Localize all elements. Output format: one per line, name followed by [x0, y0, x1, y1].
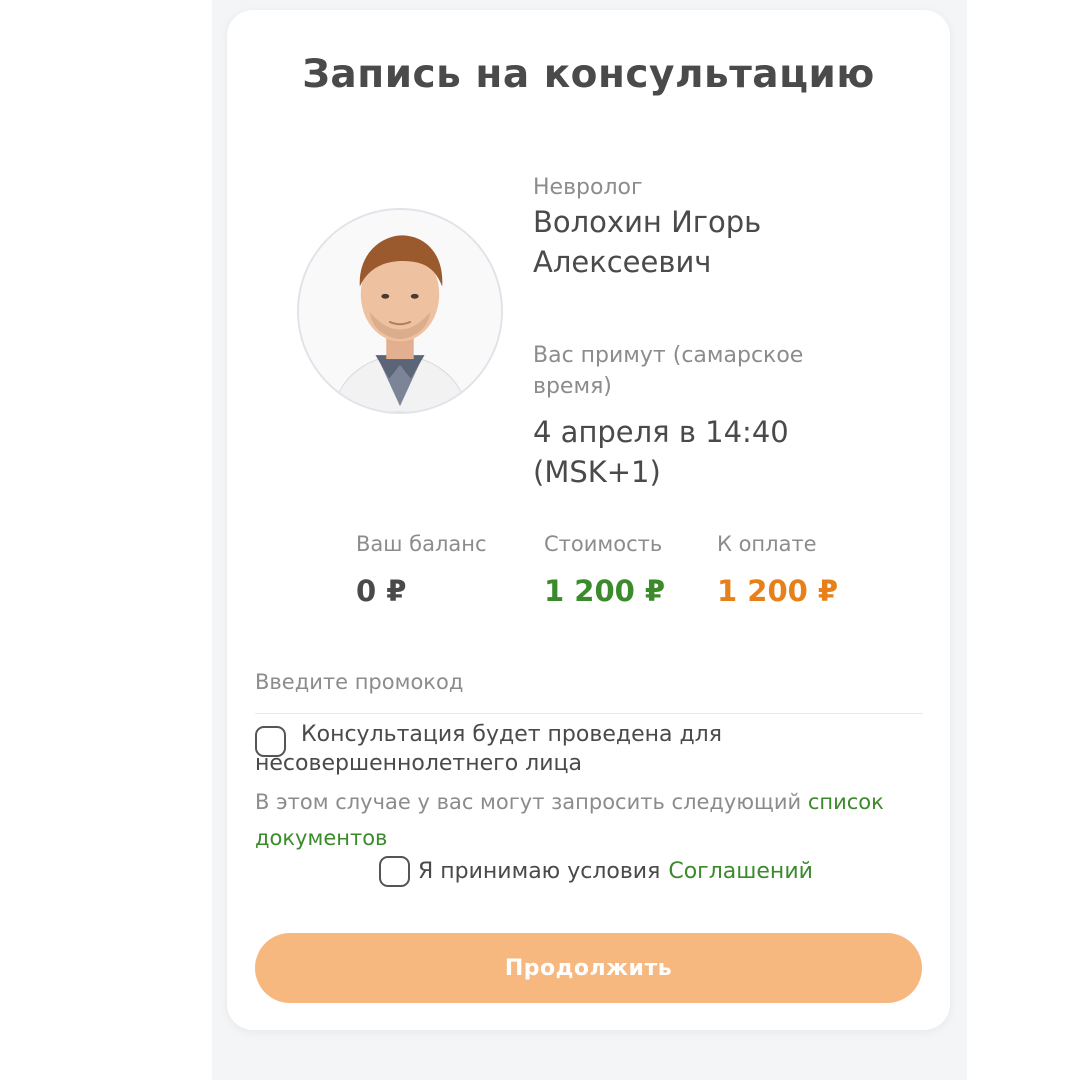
to-pay-label: К оплате — [717, 532, 817, 556]
doctor-name: Волохин Игорь Алексеевич — [533, 205, 762, 279]
appointment-time-label: Вас примут (самарское время) — [533, 343, 804, 399]
documents-note: В этом случае у вас могут запросить след… — [255, 784, 925, 856]
promo-code-input[interactable] — [255, 662, 923, 702]
balance-value: 0 ₽ — [356, 574, 407, 608]
minor-consultation-checkbox[interactable] — [255, 726, 286, 757]
minor-consultation-label: Консультация будет проведена для несовер… — [255, 722, 722, 776]
to-pay-value: 1 200 ₽ — [717, 574, 839, 608]
cost-label: Стоимость — [544, 532, 663, 556]
doctor-specialty: Невролог — [533, 175, 643, 200]
minor-consultation-row: Консультация будет проведена для несовер… — [255, 720, 915, 778]
continue-button[interactable]: Продолжить — [255, 933, 922, 1003]
balance-label: Ваш баланс — [356, 532, 487, 556]
booking-card: Запись на консультацию Невролог Волохин … — [227, 10, 950, 1030]
agreement-checkbox[interactable] — [379, 855, 410, 887]
documents-note-text: В этом случае у вас могут запросить след… — [255, 790, 802, 814]
doctor-avatar — [297, 208, 503, 414]
cost-value: 1 200 ₽ — [544, 574, 666, 608]
balance-block: Ваш баланс 0 ₽ — [356, 532, 487, 608]
to-pay-block: К оплате 1 200 ₽ — [717, 532, 838, 608]
agreement-text: Я принимаю условия — [418, 858, 661, 884]
doctor-photo-icon — [299, 210, 501, 412]
page-title: Запись на консультацию — [302, 52, 875, 97]
agreements-link[interactable]: Соглашений — [668, 859, 813, 884]
promo-code-field — [255, 662, 923, 714]
appointment-datetime: 4 апреля в 14:40 (MSK+1) — [533, 415, 789, 489]
agreement-row: Я принимаю условия Соглашений — [379, 853, 813, 889]
cost-block: Стоимость 1 200 ₽ — [544, 532, 665, 608]
